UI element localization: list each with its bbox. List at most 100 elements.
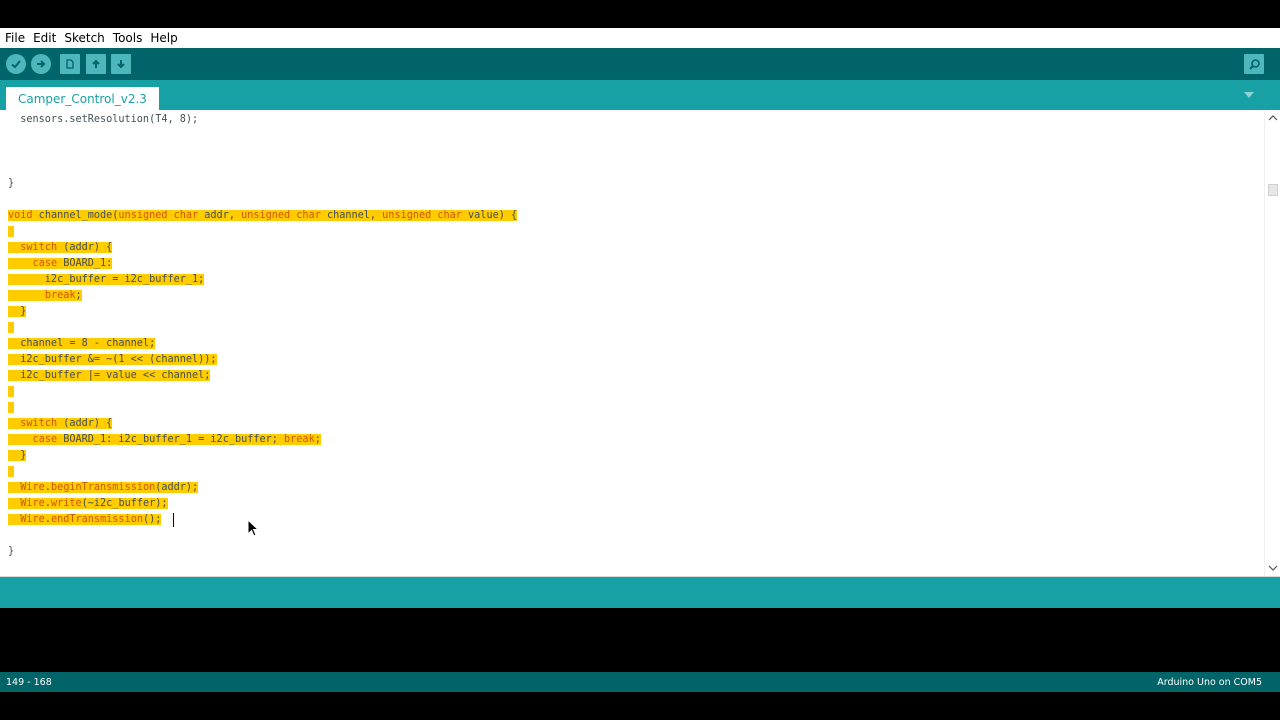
code-line: [8, 384, 15, 400]
serial-monitor-button[interactable]: [1244, 54, 1264, 74]
keyword: Wire: [20, 482, 45, 493]
code-line: }: [8, 448, 27, 464]
code-line: case BOARD_1:: [8, 256, 113, 272]
tab-camper-control[interactable]: Camper_Control_v2.3: [6, 87, 159, 110]
code-line: switch (addr) {: [8, 240, 113, 256]
scroll-thumb[interactable]: [1268, 184, 1278, 196]
tab-menu-button[interactable]: [1242, 89, 1256, 101]
board-port: Arduino Uno on COM5: [1157, 676, 1262, 688]
arrow-right-icon: [37, 60, 46, 68]
selection: switch (addr) {: [8, 418, 113, 429]
keyword: switch: [20, 418, 58, 429]
selection: i2c_buffer &= ~(1 << (channel));: [8, 354, 217, 365]
code-line: i2c_buffer &= ~(1 << (channel));: [8, 352, 217, 368]
keyword: Wire: [20, 514, 45, 525]
selection: [8, 466, 15, 477]
code-line: }: [8, 304, 27, 320]
code-editor[interactable]: sensors.setResolution(T4, 8); } void cha…: [0, 110, 1264, 576]
selection: Wire.beginTransmission(addr);: [8, 482, 199, 493]
code-text: ;: [314, 434, 321, 445]
selection: }: [8, 450, 27, 461]
code-line: [8, 464, 15, 480]
selection: [8, 386, 15, 397]
code-line: }: [8, 544, 14, 560]
tab-bar: Camper_Control_v2.3: [0, 80, 1280, 110]
keyword: Wire: [20, 498, 45, 509]
selection: }: [8, 306, 27, 317]
code-text: sensors.setResolution(T4, 8);: [8, 114, 199, 125]
text-caret: [173, 513, 174, 527]
open-sketch-button[interactable]: [86, 54, 106, 74]
code-line: break;: [8, 288, 82, 304]
code-text: (addr);: [155, 482, 199, 493]
save-sketch-button[interactable]: [111, 54, 131, 74]
upload-button[interactable]: [31, 54, 51, 74]
arrow-up-icon: [92, 59, 100, 68]
scroll-up-button[interactable]: [1268, 114, 1278, 122]
keyword: break: [44, 290, 76, 301]
selection: [8, 322, 15, 333]
code-text: }: [8, 178, 15, 189]
keyword: case: [32, 258, 58, 269]
code-line: Wire.write(~i2c_buffer);: [8, 496, 168, 512]
verify-button[interactable]: [6, 54, 26, 74]
keyword: break: [284, 434, 315, 445]
selection: i2c_buffer = i2c_buffer_1;: [8, 274, 205, 285]
menu-edit[interactable]: Edit: [32, 31, 57, 45]
keyword: case: [32, 434, 58, 445]
code-text: BOARD_1:: [57, 258, 113, 269]
menu-help[interactable]: Help: [149, 31, 178, 45]
message-area: [0, 577, 1280, 608]
mouse-pointer-icon: [247, 519, 260, 537]
new-sketch-button[interactable]: [60, 54, 80, 74]
selection: Wire.endTransmission();: [8, 514, 162, 525]
menu-sketch[interactable]: Sketch: [63, 31, 105, 45]
code-line: switch (addr) {: [8, 416, 113, 432]
code-text: (addr) {: [57, 418, 113, 429]
code-text: channel_mode(: [32, 210, 119, 221]
arduino-ide-window: File Edit Sketch Tools Help Camper_Contr…: [0, 28, 1280, 692]
selection: switch (addr) {: [8, 242, 113, 253]
keyword: switch: [20, 242, 58, 253]
selection: case BOARD_1:: [8, 258, 113, 269]
code-line: [8, 400, 15, 416]
keyword: void: [8, 210, 33, 221]
chevron-down-icon: [1268, 565, 1278, 571]
keyword: unsigned char: [241, 210, 321, 221]
arrow-down-icon: [117, 60, 125, 69]
vertical-scrollbar[interactable]: [1264, 110, 1280, 576]
keyword: endTransmission: [50, 514, 143, 525]
code-line: Wire.beginTransmission(addr);: [8, 480, 199, 496]
chevron-up-icon: [1268, 115, 1278, 121]
code-line: i2c_buffer |= value << channel;: [8, 368, 211, 384]
selection: Wire.write(~i2c_buffer);: [8, 498, 168, 509]
code-text: BOARD_1: i2c_buffer_1 = i2c_buffer;: [57, 434, 285, 445]
check-icon: [11, 60, 21, 69]
code-line: void channel_mode(unsigned char addr, un…: [8, 208, 518, 224]
menu-file[interactable]: File: [4, 31, 26, 45]
console-output[interactable]: [0, 608, 1280, 672]
code-text: ;: [75, 290, 82, 301]
code-line: case BOARD_1: i2c_buffer_1 = i2c_buffer;…: [8, 432, 321, 448]
selection: case BOARD_1: i2c_buffer_1 = i2c_buffer;…: [8, 434, 321, 445]
toolbar: [0, 48, 1280, 80]
triangle-down-icon: [1244, 92, 1254, 98]
scroll-down-button[interactable]: [1268, 564, 1278, 572]
selection: i2c_buffer |= value << channel;: [8, 370, 211, 381]
code-text: value) {: [461, 210, 518, 221]
code-text: }: [8, 546, 15, 557]
code-line: [8, 320, 15, 336]
code-line: [8, 224, 15, 240]
code-line: sensors.setResolution(T4, 8);: [8, 112, 198, 128]
keyword: write: [50, 498, 82, 509]
selection: [8, 402, 15, 413]
code-line: channel = 8 - channel;: [8, 336, 156, 352]
code-text: addr,: [198, 210, 242, 221]
keyword: beginTransmission: [50, 482, 156, 493]
menu-tools[interactable]: Tools: [112, 31, 144, 45]
